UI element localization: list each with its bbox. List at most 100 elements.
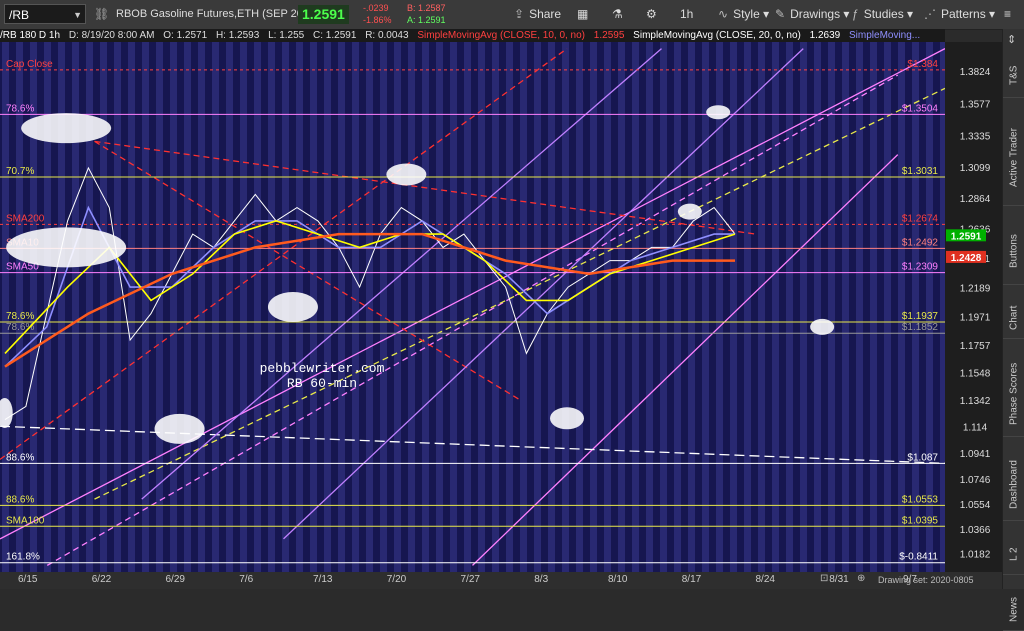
sidebar-tab-l-2[interactable]: L 2 xyxy=(1003,534,1024,575)
info-sma10[interactable]: SimpleMovingAvg (CLOSE, 10, 0, no) xyxy=(417,30,585,41)
session-band xyxy=(912,42,919,572)
highlight-ellipse xyxy=(386,163,427,186)
sidebar-tab-news[interactable]: News xyxy=(1003,588,1024,631)
info-symbol: /RB 180 D 1h xyxy=(0,30,61,41)
session-band xyxy=(744,42,751,572)
expand-icon[interactable]: ⇕ xyxy=(1007,33,1016,46)
link-icon[interactable]: ⛓ xyxy=(94,0,109,29)
symbol-input[interactable]: /RB ▼ xyxy=(4,4,86,24)
drawings-button[interactable]: ✎ Drawings ▾ xyxy=(775,0,849,29)
price-chart[interactable]: Cap Close $1.384 78.6% $1.3504 70.7% $1.3031 S… xyxy=(0,42,1002,572)
x-tick-label: 6/22 xyxy=(91,574,112,585)
target-icon[interactable]: ⊕ xyxy=(857,573,865,584)
session-band xyxy=(380,42,387,572)
level-label: Cap Close xyxy=(6,59,53,70)
patterns-label: Patterns xyxy=(941,7,986,21)
timeframe-button[interactable]: 1h xyxy=(680,0,693,29)
session-band xyxy=(520,42,527,572)
session-band xyxy=(338,42,345,572)
zoom-icon[interactable]: ⊡ xyxy=(820,573,828,584)
change-abs: -.0239 xyxy=(363,3,389,13)
session-band xyxy=(716,42,723,572)
info-sma10-value: 1.2595 xyxy=(593,30,625,41)
sidebar-tab-t-s[interactable]: T&S xyxy=(1003,53,1024,98)
x-tick-label: 8/17 xyxy=(681,574,702,585)
session-band xyxy=(660,42,667,572)
session-band xyxy=(156,42,163,572)
session-band xyxy=(786,42,793,572)
level-price: $1.1937 xyxy=(902,311,939,322)
studies-button[interactable]: ƒ Studies ▾ xyxy=(852,0,913,29)
style-button[interactable]: ∿ Style ▾ xyxy=(718,0,769,29)
drawings-label: Drawings xyxy=(790,7,841,21)
y-tick-label: 1.1971 xyxy=(960,312,991,323)
session-band xyxy=(674,42,681,572)
session-band xyxy=(730,42,737,572)
level-label: 161.8% xyxy=(6,552,40,563)
sidebar-tab-buttons[interactable]: Buttons xyxy=(1003,219,1024,285)
x-tick-label: 7/27 xyxy=(460,574,480,585)
style-icon: ∿ xyxy=(718,7,729,21)
y-tick-label: 1.1757 xyxy=(960,341,991,352)
share-button[interactable]: ⇪ Share xyxy=(514,0,561,29)
session-band xyxy=(254,42,261,572)
share-icon: ⇪ xyxy=(514,7,525,21)
y-tick-label: 1.1342 xyxy=(960,396,991,407)
session-band xyxy=(562,42,569,572)
level-label: SMA200 xyxy=(6,213,45,224)
session-band xyxy=(436,42,443,572)
sidebar-tab-active-trader[interactable]: Active Trader xyxy=(1003,111,1024,206)
right-sidebar: T&S Active Trader Buttons Chart Phase Scores… xyxy=(1002,29,1024,631)
info-sma20[interactable]: SimpleMovingAvg (CLOSE, 20, 0, no) xyxy=(633,30,801,41)
session-band xyxy=(324,42,331,572)
y-tick-label: 1.0746 xyxy=(960,475,991,486)
session-band xyxy=(2,42,9,572)
chevron-down-icon[interactable]: ▼ xyxy=(73,5,82,25)
grid-button[interactable]: ▦ xyxy=(577,0,588,29)
session-band xyxy=(128,42,135,572)
patterns-icon: ⋰ xyxy=(924,7,936,21)
info-open: O: 1.2571 xyxy=(163,30,208,41)
session-band xyxy=(828,42,835,572)
sidebar-tab-phase-scores[interactable]: Phase Scores xyxy=(1003,352,1024,437)
session-band xyxy=(548,42,555,572)
highlight-ellipse xyxy=(550,407,584,430)
info-low: L: 1.255 xyxy=(268,30,305,41)
session-band xyxy=(114,42,121,572)
info-sma-more[interactable]: SimpleMoving... xyxy=(849,30,920,41)
watermark-label: RB 60-min xyxy=(287,376,357,391)
x-tick-label: 8/10 xyxy=(608,574,628,585)
y-axis-panel xyxy=(945,42,1002,572)
info-date: D: 8/19/20 8:00 AM xyxy=(68,30,155,41)
session-band xyxy=(142,42,149,572)
y-tick-label: 1.1548 xyxy=(960,369,991,380)
gear-icon[interactable]: ⚙ xyxy=(646,0,657,29)
session-band xyxy=(632,42,639,572)
y-tick-label: 1.2864 xyxy=(960,194,991,205)
session-band xyxy=(240,42,247,572)
menu-icon[interactable]: ≡ xyxy=(1004,0,1011,29)
sidebar-tab-chart[interactable]: Chart xyxy=(1003,298,1024,339)
flask-icon[interactable]: ⚗ xyxy=(612,0,623,29)
info-sma20-value: 1.2639 xyxy=(809,30,841,41)
instrument-title: RBOB Gasoline Futures,ETH (SEP 20) xyxy=(116,8,307,20)
patterns-button[interactable]: ⋰ Patterns ▾ xyxy=(924,0,995,29)
level-price: $1.1852 xyxy=(902,322,939,333)
x-axis-bar: 6/15 6/22 6/29 7/6 7/13 7/20 7/27 8/3 8/10 8/17 8/… xyxy=(0,572,1002,589)
x-tick-label: 8/24 xyxy=(755,574,775,585)
drawing-set[interactable]: Drawing set: 2020-0805 xyxy=(878,575,974,585)
session-band xyxy=(898,42,905,572)
session-band xyxy=(870,42,877,572)
share-label: Share xyxy=(529,7,562,21)
price-tag-label: 1.2591 xyxy=(951,231,982,242)
x-tick-label: 6/15 xyxy=(18,574,38,585)
session-band xyxy=(702,42,709,572)
y-tick-label: 1.3577 xyxy=(960,100,991,111)
session-band xyxy=(618,42,625,572)
highlight-ellipse xyxy=(267,292,318,322)
pencil-icon: ✎ xyxy=(775,7,786,21)
y-tick-label: 1.2189 xyxy=(960,284,991,295)
level-price: $-0.8411 xyxy=(899,552,938,563)
session-band xyxy=(394,42,401,572)
sidebar-tab-dashboard[interactable]: Dashboard xyxy=(1003,450,1024,521)
